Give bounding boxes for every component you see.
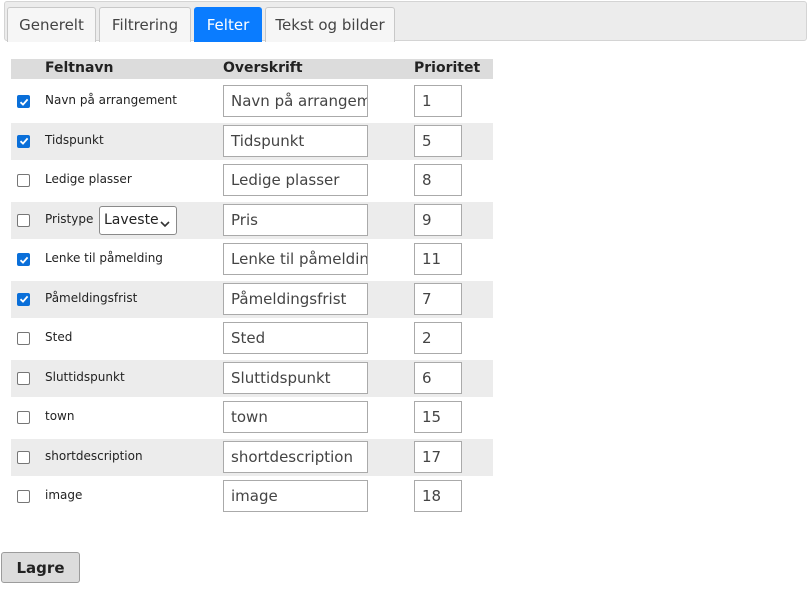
- field-name: image: [45, 488, 83, 502]
- tab-filtrering[interactable]: Filtrering: [99, 7, 191, 42]
- tab-felter[interactable]: Felter: [194, 7, 262, 42]
- field-name: Sluttidspunkt: [45, 369, 125, 384]
- check-icon: [19, 137, 28, 145]
- priority-input[interactable]: 15: [414, 401, 462, 433]
- table-row: Påmeldingsfrist Påmeldingsfrist 7: [11, 280, 493, 318]
- heading-input[interactable]: town: [223, 401, 368, 433]
- field-checkbox[interactable]: [17, 450, 30, 464]
- price-type-value: Laveste: [104, 212, 159, 228]
- priority-input[interactable]: 17: [414, 440, 462, 473]
- column-header-heading: Overskrift: [223, 60, 303, 76]
- tab-generelt[interactable]: Generelt: [7, 7, 96, 42]
- field-name: Tidspunkt: [45, 132, 104, 147]
- heading-input[interactable]: Påmeldingsfrist: [223, 282, 368, 315]
- field-checkbox[interactable]: [17, 134, 30, 148]
- table-row: image image 18: [11, 478, 493, 515]
- priority-input[interactable]: 6: [414, 361, 462, 394]
- heading-input[interactable]: Sluttidspunkt: [223, 361, 368, 394]
- tab-tekst-og-bilder[interactable]: Tekst og bilder: [265, 7, 395, 42]
- table-header: Feltnavn Overskrift Prioritet: [11, 59, 493, 79]
- field-name: shortdescription: [45, 448, 143, 463]
- column-header-field: Feltnavn: [45, 60, 114, 76]
- table-row: shortdescription shortdescription 17: [11, 438, 493, 476]
- field-name: Lenke til påmelding: [45, 251, 163, 265]
- field-checkbox[interactable]: [17, 95, 30, 108]
- table-row: Sluttidspunkt Sluttidspunkt 6: [11, 359, 493, 397]
- priority-input[interactable]: 9: [414, 203, 462, 236]
- table-row: Ledige plasser Ledige plasser 8: [11, 162, 493, 199]
- heading-input[interactable]: Navn på arrangement: [223, 85, 368, 117]
- field-checkbox[interactable]: [17, 411, 30, 424]
- check-icon: [19, 295, 28, 303]
- save-button[interactable]: Lagre: [1, 552, 80, 583]
- heading-input[interactable]: shortdescription: [223, 440, 368, 473]
- priority-input[interactable]: 7: [414, 282, 462, 315]
- field-name: Pristype: [45, 211, 94, 226]
- fields-table: Feltnavn Overskrift Prioritet Navn på ar…: [11, 59, 493, 512]
- column-header-priority: Prioritet: [414, 60, 481, 76]
- field-checkbox[interactable]: [17, 174, 30, 187]
- priority-input[interactable]: 1: [414, 85, 462, 117]
- check-icon: [19, 256, 28, 264]
- heading-input[interactable]: Pris: [223, 203, 368, 236]
- field-checkbox[interactable]: [17, 213, 30, 227]
- field-name: town: [45, 409, 75, 423]
- field-name: Navn på arrangement: [45, 93, 177, 107]
- priority-input[interactable]: 11: [414, 243, 462, 275]
- heading-input[interactable]: Sted: [223, 322, 368, 354]
- table-row: Navn på arrangement Navn på arrangement 1: [11, 83, 493, 120]
- table-row: town town 15: [11, 399, 493, 436]
- priority-input[interactable]: 8: [414, 164, 462, 196]
- table-row: Lenke til påmelding Lenke til påmelding 11: [11, 241, 493, 278]
- field-name: Ledige plasser: [45, 172, 132, 186]
- tab-bar: Generelt Filtrering Felter Tekst og bild…: [4, 1, 807, 42]
- check-icon: [19, 98, 28, 106]
- field-name: Sted: [45, 330, 73, 344]
- field-checkbox[interactable]: [17, 490, 30, 503]
- table-row: Sted Sted 2: [11, 320, 493, 357]
- heading-input[interactable]: image: [223, 480, 368, 512]
- chevron-down-icon: [160, 216, 170, 232]
- table-row: Tidspunkt Tidspunkt 5: [11, 122, 493, 160]
- field-checkbox[interactable]: [17, 253, 30, 266]
- priority-input[interactable]: 2: [414, 322, 462, 354]
- heading-input[interactable]: Tidspunkt: [223, 124, 368, 157]
- heading-input[interactable]: Ledige plasser: [223, 164, 368, 196]
- heading-input[interactable]: Lenke til påmelding: [223, 243, 368, 275]
- priority-input[interactable]: 18: [414, 480, 462, 512]
- field-checkbox[interactable]: [17, 332, 30, 345]
- priority-input[interactable]: 5: [414, 124, 462, 157]
- price-type-select[interactable]: Laveste: [99, 205, 177, 235]
- field-name: Påmeldingsfrist: [45, 290, 138, 305]
- field-checkbox[interactable]: [17, 371, 30, 385]
- table-row: Pristype Laveste Pris 9: [11, 201, 493, 239]
- field-checkbox[interactable]: [17, 292, 30, 306]
